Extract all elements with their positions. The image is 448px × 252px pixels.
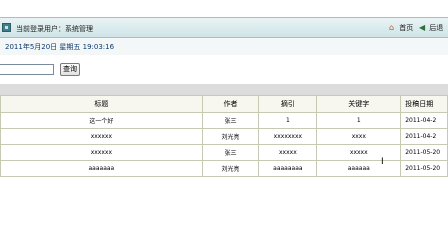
- column-header-submit-date[interactable]: 投稿日期: [400, 95, 448, 113]
- cell-submit-date: 2011-05-20: [400, 144, 448, 161]
- column-header-keywords[interactable]: 关键字: [316, 95, 402, 113]
- cell-title: xxxxxx: [0, 128, 203, 145]
- cell-submit-date: 2011-04-2: [400, 112, 448, 129]
- text-cursor-icon: I: [381, 157, 384, 167]
- cell-keywords: xxxxx: [316, 144, 402, 161]
- cell-keywords: aaaaaa: [316, 160, 402, 177]
- home-label: 首页: [399, 24, 414, 32]
- cell-keywords: 1: [316, 112, 402, 129]
- column-header-author[interactable]: 作者: [201, 95, 260, 113]
- cell-abstract: xxxxx: [258, 144, 318, 161]
- table-row[interactable]: xxxxxx 刘光亮 xxxxxxxx xxxx 2011-04-2: [0, 128, 448, 145]
- cell-author: 刘光亮: [201, 128, 260, 145]
- cell-abstract: xxxxxxxx: [258, 128, 318, 145]
- cell-keywords: xxxx: [316, 128, 402, 145]
- table-header-row: 标题 作者 摘引 关键字 投稿日期: [0, 95, 448, 113]
- toolbar-band: [0, 84, 448, 95]
- back-icon: ◀: [419, 23, 426, 32]
- header-bar: 当前登录用户：系统管理 ⌂ 首页 ◀ 后退: [0, 17, 448, 38]
- home-icon: ⌂: [389, 23, 395, 32]
- cell-title: xxxxxx: [0, 144, 203, 161]
- cell-author: 张三: [201, 144, 260, 161]
- search-input[interactable]: [0, 64, 54, 75]
- cell-title: aaaaaaa: [0, 160, 203, 177]
- cell-abstract: aaaaaaaa: [258, 160, 318, 177]
- cell-author: 刘光亮: [201, 160, 260, 177]
- current-user-label: 当前登录用户：系统管理: [16, 25, 93, 33]
- cell-submit-date: 2011-04-2: [400, 128, 448, 145]
- table-row[interactable]: 这一个好 张三 1 1 2011-04-2: [0, 112, 448, 129]
- user-icon: [2, 23, 11, 32]
- back-link[interactable]: ◀ 后退: [419, 23, 443, 33]
- cell-title: 这一个好: [0, 112, 203, 129]
- search-button[interactable]: 查询: [60, 63, 80, 76]
- date-bar: 2011年5月20日 星期五 19:03:16: [0, 38, 448, 55]
- cell-abstract: 1: [258, 112, 318, 129]
- cell-author: 张三: [201, 112, 260, 129]
- top-strip: [0, 0, 448, 17]
- column-header-abstract[interactable]: 摘引: [258, 95, 318, 113]
- column-header-title[interactable]: 标题: [0, 95, 203, 113]
- home-link[interactable]: ⌂ 首页: [389, 23, 413, 33]
- current-date-time: 2011年5月20日 星期五 19:03:16: [5, 43, 115, 51]
- cell-submit-date: 2011-05-20: [400, 160, 448, 177]
- back-label: 后退: [429, 24, 444, 32]
